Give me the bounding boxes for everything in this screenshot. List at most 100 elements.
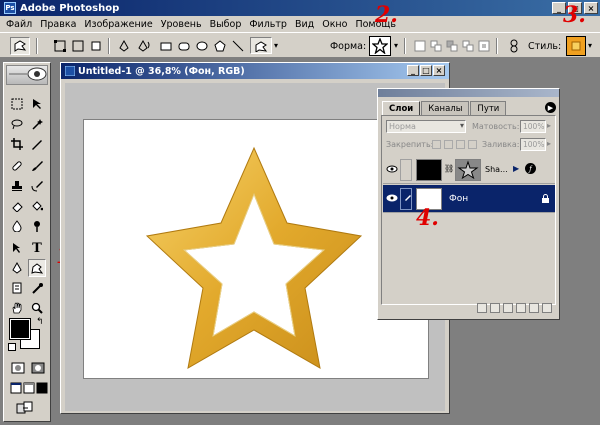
- layer-style-icon[interactable]: ƒ: [525, 163, 536, 174]
- zoom-tool[interactable]: [28, 299, 46, 317]
- brush-tool[interactable]: [28, 157, 46, 175]
- palette-menu-button[interactable]: ▶: [545, 102, 556, 113]
- layer-row-shape[interactable]: ⛓ Sha... ▶ ƒ: [383, 156, 555, 184]
- menu-layer[interactable]: Уровень: [157, 19, 206, 30]
- blur-tool[interactable]: [8, 217, 26, 235]
- document-titlebar[interactable]: Untitled-1 @ 36,8% (Фон, RGB) _ □ ×: [61, 63, 449, 79]
- lasso-tool[interactable]: [8, 115, 26, 133]
- pen-tool-button[interactable]: [116, 38, 131, 53]
- tool-preset-picker[interactable]: [10, 37, 30, 55]
- exclude-shape-button[interactable]: [476, 38, 491, 53]
- crop-tool[interactable]: [8, 135, 26, 153]
- custom-shape-tool-button[interactable]: [250, 37, 272, 54]
- pen-tool[interactable]: [8, 259, 26, 277]
- new-shape-layer-button[interactable]: [412, 38, 427, 53]
- tab-paths[interactable]: Пути: [470, 101, 507, 115]
- dodge-tool[interactable]: [28, 217, 46, 235]
- eraser-tool[interactable]: [8, 197, 26, 215]
- doc-close-button[interactable]: ×: [433, 65, 445, 76]
- menu-view[interactable]: Вид: [291, 19, 318, 30]
- add-style-icon[interactable]: [477, 303, 487, 313]
- freeform-pen-button[interactable]: [136, 38, 151, 53]
- rectangle-tool-button[interactable]: [158, 38, 173, 53]
- chevron-down-icon[interactable]: ▾: [588, 41, 592, 50]
- paintbrush-slot[interactable]: [400, 188, 412, 210]
- path-selection-tool[interactable]: [8, 239, 26, 257]
- paths-button[interactable]: [70, 38, 85, 53]
- document-title: Untitled-1 @ 36,8% (Фон, RGB): [78, 65, 245, 77]
- notes-tool[interactable]: [8, 279, 26, 297]
- default-colors-icon[interactable]: [8, 343, 16, 351]
- opacity-input[interactable]: 100%: [520, 120, 546, 133]
- slice-tool[interactable]: [28, 135, 46, 153]
- line-tool-button[interactable]: [230, 38, 245, 53]
- ellipse-tool-button[interactable]: [194, 38, 209, 53]
- menu-file[interactable]: Файл: [2, 19, 36, 30]
- blend-mode-select[interactable]: Норма ▾: [386, 120, 466, 133]
- layer-name-shape[interactable]: Sha...: [485, 165, 508, 174]
- new-layer-icon[interactable]: [529, 303, 539, 313]
- link-slot[interactable]: [400, 159, 412, 181]
- layers-palette[interactable]: Слои Каналы Пути ▶ Норма ▾ Матовость: 10…: [377, 88, 560, 320]
- type-tool[interactable]: T: [28, 239, 46, 257]
- layer-row-background[interactable]: Фон: [383, 185, 555, 213]
- subtract-shape-button[interactable]: [444, 38, 459, 53]
- fill-input[interactable]: 100%: [520, 138, 546, 151]
- custom-shape-tool[interactable]: [28, 259, 46, 277]
- history-brush-tool[interactable]: [28, 177, 46, 195]
- chain-icon[interactable]: ⛓: [444, 164, 454, 173]
- new-set-icon[interactable]: [503, 303, 513, 313]
- eye-icon[interactable]: [386, 193, 398, 205]
- doc-maximize-button[interactable]: □: [420, 65, 432, 76]
- chevron-down-icon[interactable]: ▾: [460, 121, 464, 130]
- healing-brush-tool[interactable]: [8, 157, 26, 175]
- style-picker[interactable]: [566, 36, 586, 56]
- polygon-tool-button[interactable]: [212, 38, 227, 53]
- add-mask-icon[interactable]: [490, 303, 500, 313]
- lock-all-icon[interactable]: [468, 140, 477, 149]
- fill-pixels-button[interactable]: [88, 38, 103, 53]
- tab-channels[interactable]: Каналы: [421, 101, 470, 115]
- toolbox-header[interactable]: [6, 65, 48, 85]
- full-screen-button[interactable]: [33, 379, 51, 397]
- menu-image[interactable]: Изображение: [80, 19, 156, 30]
- swap-colors-icon[interactable]: ↰: [36, 317, 44, 327]
- lock-image-icon[interactable]: [444, 140, 453, 149]
- menu-select[interactable]: Выбор: [206, 19, 246, 30]
- chevron-right-icon[interactable]: ▸: [547, 139, 551, 148]
- tab-layers[interactable]: Слои: [382, 101, 421, 115]
- menu-filter[interactable]: Фильтр: [245, 19, 291, 30]
- rounded-rectangle-button[interactable]: [176, 38, 191, 53]
- adjustment-layer-icon[interactable]: [516, 303, 526, 313]
- close-button[interactable]: ×: [584, 2, 598, 14]
- quick-mask-button[interactable]: [29, 359, 47, 377]
- chevron-right-icon[interactable]: ▸: [547, 121, 551, 130]
- menu-window[interactable]: Окно: [318, 19, 351, 30]
- layer-name-background[interactable]: Фон: [449, 194, 468, 204]
- standard-mode-button[interactable]: [9, 359, 27, 377]
- stamp-tool[interactable]: [8, 177, 26, 195]
- shape-layers-button[interactable]: [52, 38, 67, 53]
- palette-titlebar[interactable]: [378, 89, 559, 97]
- add-shape-button[interactable]: [428, 38, 443, 53]
- gradient-tool[interactable]: [28, 197, 46, 215]
- intersect-shape-button[interactable]: [460, 38, 475, 53]
- foreground-color-swatch[interactable]: [9, 318, 31, 340]
- chevron-down-icon[interactable]: ▾: [274, 41, 278, 50]
- hand-tool[interactable]: [8, 299, 26, 317]
- shape-picker[interactable]: [369, 36, 391, 56]
- magic-wand-tool[interactable]: [28, 115, 46, 133]
- chevron-down-icon[interactable]: ▾: [394, 41, 398, 50]
- lock-transparency-icon[interactable]: [432, 140, 441, 149]
- expand-triangle-icon[interactable]: ▶: [513, 164, 519, 173]
- eyedropper-tool[interactable]: [28, 279, 46, 297]
- menu-edit[interactable]: Правка: [36, 19, 80, 30]
- trash-icon[interactable]: [542, 303, 552, 313]
- marquee-tool[interactable]: [8, 95, 26, 113]
- eye-icon[interactable]: [386, 164, 398, 176]
- link-style-button[interactable]: [506, 38, 521, 53]
- jump-to-imageready-button[interactable]: [16, 399, 34, 417]
- move-tool[interactable]: [28, 95, 46, 113]
- doc-minimize-button[interactable]: _: [407, 65, 419, 76]
- lock-position-icon[interactable]: [456, 140, 465, 149]
